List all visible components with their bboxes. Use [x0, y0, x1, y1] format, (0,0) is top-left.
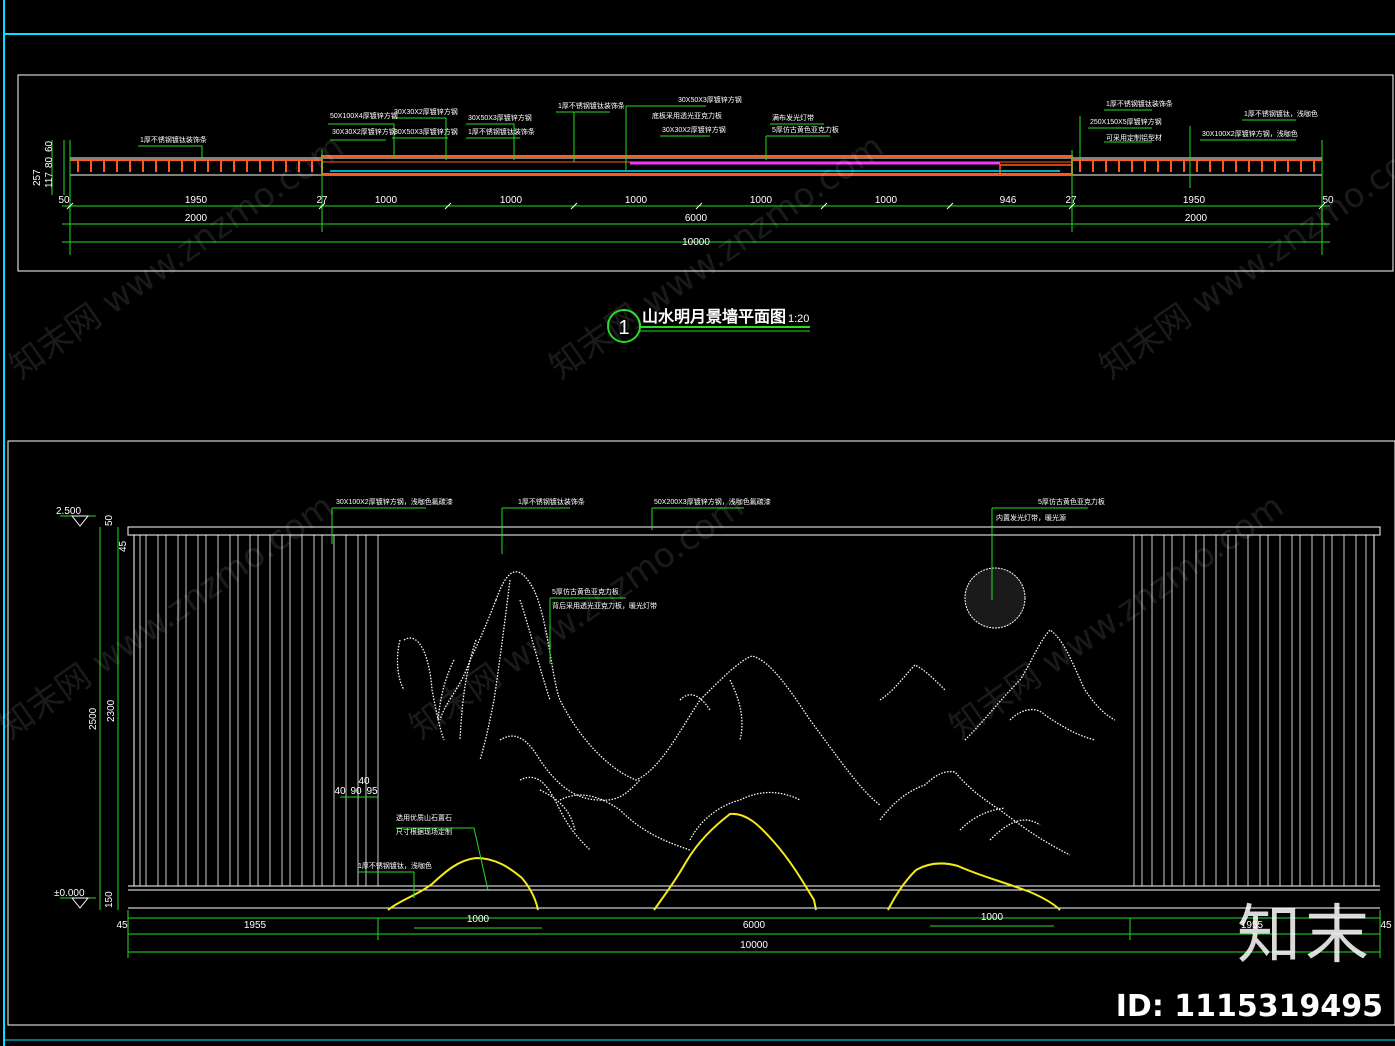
plan-note-3: 30X30X2厚镀锌方钢: [332, 127, 396, 136]
elevation-left-dims: 50 45 2500 2300 150: [88, 514, 129, 908]
plan-dim-1-6: 1000: [625, 195, 648, 206]
plan-note-2: 50X100X4厚镀锌方钢: [330, 111, 398, 120]
elev-dim-2300: 2300: [106, 699, 117, 722]
plan-dim-1-4: 1000: [375, 195, 398, 206]
elev-dim-50: 50: [104, 514, 115, 526]
image-id-label: ID: 1115319495: [1115, 989, 1383, 1024]
plan-dim-row-2: 2000 6000 2000 10000: [185, 213, 1208, 248]
level-top: 2.500: [56, 506, 81, 517]
plan-note-18: 30X100X2厚镀锌方钢，浅咖色: [1202, 129, 1298, 138]
plan-note-10: 底板采用透光亚克力板: [652, 111, 722, 120]
brand-logo: 知末: [1237, 899, 1373, 973]
plan-wall: [69, 155, 1323, 176]
small-dim-4: 95: [366, 786, 378, 797]
plan-left-dim-2: 117: [44, 172, 55, 188]
plan-note-5: 30X50X3厚镀锌方钢: [394, 127, 458, 136]
level-ground: ±0.000: [54, 888, 85, 899]
elev-note-2: 1厚不锈钢镀钛装饰条: [518, 497, 585, 506]
cad-drawing: 257 117 80 60 50 1950 27 1000 1000 1000 …: [0, 0, 1395, 1046]
plan-note-4: 30X30X2厚镀锌方钢: [394, 107, 458, 116]
level-markers: [70, 515, 90, 909]
plan-note-6: 30X50X3厚镀锌方钢: [468, 113, 532, 122]
watermark-2: 知末网 www.znzmo.com: [542, 126, 891, 387]
plan-dim-1-3: 27: [316, 195, 328, 206]
elev-note-10: 1厚不锈钢镀钛，浅咖色: [358, 861, 432, 870]
bottom-dim-1: 45: [116, 920, 128, 931]
plan-note-13: 5厚仿古黄色亚克力板: [772, 125, 839, 134]
elev-note-1: 30X100X2厚镀锌方钢，浅咖色氟碳漆: [336, 497, 453, 506]
plan-note-14: 1厚不锈钢镀钛装饰条: [1106, 99, 1173, 108]
plan-note-15: 250X150X5厚镀锌方钢: [1090, 117, 1162, 126]
plan-note-17: 1厚不锈钢镀钛，浅咖色: [1244, 109, 1318, 118]
plan-left-dims: 257 117 80 60: [32, 140, 55, 188]
plan-dim-1-2: 1950: [185, 195, 208, 206]
bottom-dim-3: 6000: [743, 920, 766, 931]
elev-note-7: 内置发光灯带，暖光源: [996, 513, 1066, 522]
elev-dim-2500: 2500: [88, 707, 99, 730]
plan-scale: 1:20: [788, 313, 809, 325]
plan-dim-1-11: 1950: [1183, 195, 1206, 206]
plan-dim-2-3: 2000: [1185, 213, 1208, 224]
plan-note-16: 可采用定制铝型材: [1106, 133, 1162, 142]
elevation-small-dims: 40 40 90 95: [334, 776, 378, 797]
bottom-dim-2: 1955: [244, 920, 267, 931]
watermark-5: 知末网 www.znzmo.com: [402, 486, 751, 747]
watermark-3: 知末网 www.znzmo.com: [1092, 126, 1395, 387]
elev-note-8: 选用优质山石置石: [396, 813, 452, 822]
plan-left-dim-3: 80: [44, 156, 55, 168]
elev-dim-150: 150: [104, 891, 115, 908]
small-dim-2: 40: [334, 786, 346, 797]
plan-left-dim-4: 60: [44, 140, 55, 152]
plan-dim-1-10: 27: [1065, 195, 1077, 206]
plan-note-12: 满布发光灯带: [772, 113, 814, 122]
bottom-dim-5: 45: [1380, 920, 1392, 931]
plan-dim-2-2: 6000: [685, 213, 708, 224]
moon-disc: [964, 567, 1026, 629]
rock-outlines: [387, 812, 1061, 911]
plan-note-11: 30X30X2厚镀锌方钢: [662, 125, 726, 134]
plan-note-1: 1厚不锈钢镀钛装饰条: [140, 135, 207, 144]
plan-dim-1-5: 1000: [500, 195, 523, 206]
plan-dim-1-1: 50: [58, 195, 70, 206]
bottom-inner-1: 1000: [467, 914, 490, 925]
elev-note-9: 尺寸根据现场定制: [396, 827, 452, 836]
elev-note-6: 5厚仿古黄色亚克力板: [1038, 497, 1105, 506]
plan-dim-1-9: 946: [1000, 195, 1017, 206]
plan-note-8: 1厚不锈钢镀钛装饰条: [558, 101, 625, 110]
small-dim-3: 90: [350, 786, 362, 797]
bottom-total: 10000: [740, 940, 768, 951]
plan-left-dim-1: 257: [32, 169, 43, 186]
bottom-inner-2: 1000: [981, 912, 1004, 923]
plan-dim-1-8: 1000: [875, 195, 898, 206]
plan-note-7: 1厚不锈钢镀钛装饰条: [468, 127, 535, 136]
elev-dim-45: 45: [118, 540, 129, 552]
plan-note-9: 30X50X3厚镀锌方钢: [678, 95, 742, 104]
